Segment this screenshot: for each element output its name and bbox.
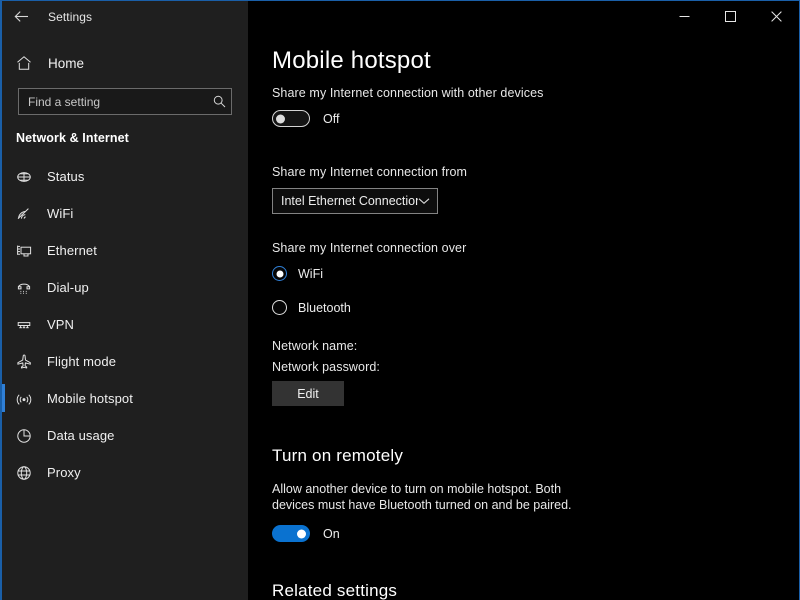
- radio-bluetooth-label: Bluetooth: [298, 301, 351, 315]
- share-from-dropdown[interactable]: Intel Ethernet Connection: [272, 188, 438, 214]
- share-connection-toggle[interactable]: [272, 110, 310, 127]
- edit-button[interactable]: Edit: [272, 381, 344, 406]
- title-bar: Settings: [2, 1, 799, 32]
- sidebar-item-label: Data usage: [47, 428, 115, 443]
- selection-accent-bar: [2, 162, 5, 190]
- pie-chart-icon: [16, 428, 38, 444]
- share-from-selected-value: Intel Ethernet Connection: [281, 194, 418, 208]
- sidebar-group-title: Network & Internet: [16, 131, 248, 145]
- sidebar-item-label: Flight mode: [47, 354, 116, 369]
- main-content: Mobile hotspot Share my Internet connect…: [248, 32, 800, 600]
- share-from-label: Share my Internet connection from: [272, 165, 800, 179]
- sidebar-item-vpn[interactable]: VPN: [2, 306, 248, 343]
- turn-on-remotely-description: Allow another device to turn on mobile h…: [272, 481, 602, 513]
- minimize-icon[interactable]: [661, 1, 707, 32]
- airplane-icon: [16, 354, 38, 370]
- sidebar-item-home-label: Home: [48, 56, 84, 71]
- close-icon[interactable]: [753, 1, 799, 32]
- settings-window: Settings Home: [0, 0, 800, 600]
- network-name-label: Network name:: [272, 339, 800, 353]
- selection-accent-bar: [2, 458, 5, 486]
- turn-on-remotely-toggle[interactable]: [272, 525, 310, 542]
- globe-icon: [16, 465, 38, 481]
- sidebar-item-proxy[interactable]: Proxy: [2, 454, 248, 491]
- sidebar-item-wifi[interactable]: WiFi: [2, 195, 248, 232]
- share-over-option-bluetooth[interactable]: Bluetooth: [272, 300, 800, 315]
- status-icon: [16, 169, 38, 185]
- window-title: Settings: [48, 10, 92, 24]
- network-password-label: Network password:: [272, 360, 800, 374]
- sidebar-item-ethernet[interactable]: Ethernet: [2, 232, 248, 269]
- radio-bluetooth[interactable]: [272, 300, 287, 315]
- mobile-hotspot-icon: [16, 391, 38, 407]
- sidebar-item-label: Dial-up: [47, 280, 89, 295]
- wifi-icon: [16, 206, 38, 222]
- selection-accent-bar: [2, 347, 5, 375]
- maximize-icon[interactable]: [707, 1, 753, 32]
- share-connection-toggle-row[interactable]: Off: [272, 110, 800, 127]
- turn-on-remotely-heading: Turn on remotely: [272, 446, 800, 466]
- share-over-label: Share my Internet connection over: [272, 241, 800, 255]
- sidebar-item-home[interactable]: Home: [2, 48, 248, 78]
- sidebar-item-label: Proxy: [47, 465, 81, 480]
- selection-accent-bar: [2, 310, 5, 338]
- back-arrow-icon[interactable]: [2, 1, 40, 32]
- sidebar: Home Network & Internet Status WiFi Ethern…: [2, 32, 248, 600]
- title-bar-left: Settings: [2, 1, 248, 32]
- sidebar-item-label: WiFi: [47, 206, 73, 221]
- vpn-icon: [16, 317, 38, 333]
- selection-accent-bar: [2, 236, 5, 264]
- sidebar-item-label: Mobile hotspot: [47, 391, 133, 406]
- sidebar-item-mobile-hotspot[interactable]: Mobile hotspot: [2, 380, 248, 417]
- dialup-icon: [16, 280, 38, 296]
- share-connection-toggle-state: Off: [323, 112, 339, 126]
- sidebar-item-label: Ethernet: [47, 243, 97, 258]
- sidebar-nav-list: Status WiFi Ethernet Dial-up VPN Flight mode M…: [2, 158, 248, 491]
- window-controls: [248, 1, 799, 32]
- search-input[interactable]: [19, 95, 207, 109]
- page-title: Mobile hotspot: [272, 47, 800, 75]
- selection-accent-bar: [2, 421, 5, 449]
- search-box[interactable]: [18, 88, 232, 115]
- sidebar-item-status[interactable]: Status: [2, 158, 248, 195]
- sidebar-item-dial-up[interactable]: Dial-up: [2, 269, 248, 306]
- ethernet-icon: [16, 243, 38, 259]
- selection-accent-bar: [2, 273, 5, 301]
- sidebar-item-data-usage[interactable]: Data usage: [2, 417, 248, 454]
- share-connection-label: Share my Internet connection with other …: [272, 86, 800, 100]
- home-icon: [16, 55, 40, 71]
- selection-accent-bar: [2, 199, 5, 227]
- sidebar-item-label: VPN: [47, 317, 74, 332]
- related-settings-heading: Related settings: [272, 581, 800, 600]
- chevron-down-icon: [418, 197, 430, 205]
- sidebar-item-flight-mode[interactable]: Flight mode: [2, 343, 248, 380]
- radio-wifi-label: WiFi: [298, 267, 323, 281]
- share-over-option-wifi[interactable]: WiFi: [272, 266, 800, 281]
- turn-on-remotely-toggle-state: On: [323, 527, 340, 541]
- turn-on-remotely-toggle-row[interactable]: On: [272, 525, 800, 542]
- search-icon[interactable]: [207, 95, 231, 108]
- selection-accent-bar: [2, 384, 5, 412]
- radio-wifi[interactable]: [272, 266, 287, 281]
- sidebar-item-label: Status: [47, 169, 84, 184]
